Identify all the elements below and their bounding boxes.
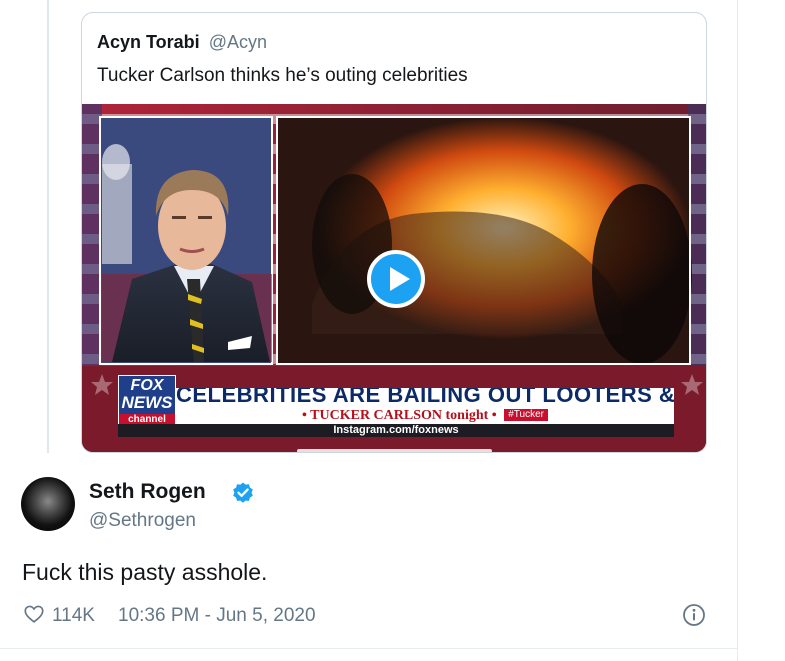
quoted-tweet-card[interactable]: Acyn Torabi @Acyn Tucker Carlson thinks … — [81, 12, 707, 453]
play-button[interactable] — [367, 250, 425, 308]
video-progress-bar[interactable] — [297, 449, 492, 452]
quoted-author-handle[interactable]: @Acyn — [209, 32, 267, 52]
timeline-right-border — [737, 0, 738, 661]
tweet-bottom-divider — [0, 648, 738, 649]
video-banner-show: • TUCKER CARLSON tonight • #Tucker — [176, 408, 674, 424]
video-player[interactable]: FOX NEWS channel CELEBRITIES ARE BAILING… — [82, 104, 706, 452]
avatar[interactable] — [21, 477, 75, 531]
author-handle[interactable]: @Sethrogen — [89, 510, 196, 532]
video-banner-show-title: • TUCKER CARLSON tonight • — [302, 408, 497, 423]
quoted-tweet-header: Acyn Torabi @Acyn — [97, 32, 267, 53]
video-banner-hashtag: #Tucker — [504, 409, 548, 421]
quoted-tweet-text: Tucker Carlson thinks he’s outing celebr… — [97, 65, 468, 86]
quoted-author-name[interactable]: Acyn Torabi — [97, 32, 200, 52]
tweet-timestamp[interactable]: 10:36 PM - Jun 5, 2020 — [118, 605, 316, 627]
verified-badge-icon — [233, 482, 253, 503]
author-name[interactable]: Seth Rogen — [89, 480, 206, 504]
video-banner-headline: CELEBRITIES ARE BAILING OUT LOOTERS & RI… — [176, 388, 674, 408]
like-count[interactable]: 114K — [52, 605, 95, 627]
video-banner-instagram: Instagram.com/foxnews — [118, 424, 674, 437]
heart-icon[interactable] — [23, 603, 45, 625]
tweet-text: Fuck this pasty asshole. — [22, 559, 268, 585]
thread-connector-line — [47, 0, 49, 453]
info-icon[interactable] — [682, 603, 706, 627]
fox-news-logo: FOX NEWS channel — [118, 375, 176, 425]
play-icon — [390, 267, 410, 291]
